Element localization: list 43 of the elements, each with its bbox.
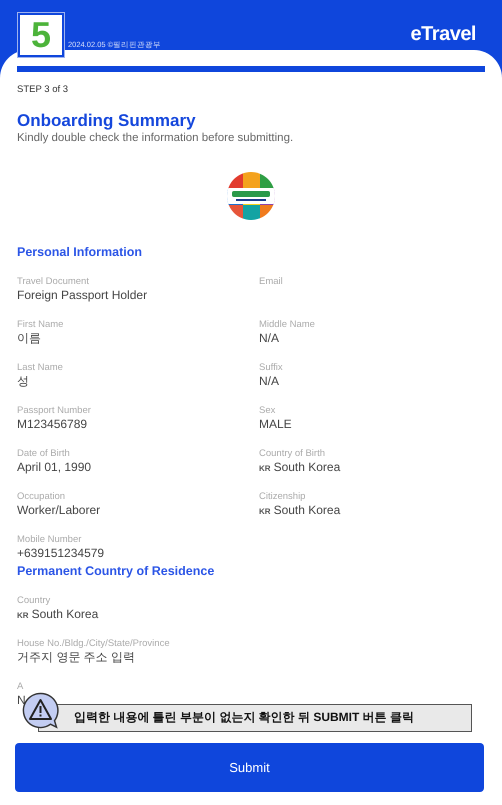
field-label: A — [17, 680, 24, 693]
flag-code: KR — [17, 610, 29, 622]
field-label: Passport Number — [17, 404, 92, 417]
field-value: N/A — [259, 331, 280, 346]
field-label: Date of Birth — [17, 447, 71, 460]
field-value: 성 — [17, 374, 29, 389]
field-label: Email — [259, 275, 284, 288]
field-value: 이름 — [17, 331, 41, 346]
field-label: First Name — [17, 318, 64, 331]
instruction-tooltip: 입력한 내용에 틀린 부분이 없는지 확인한 뒤 SUBMIT 버튼 클릭 — [38, 704, 472, 732]
step-number: 5 — [18, 13, 64, 57]
field-value: MALE — [259, 417, 292, 432]
field-value: South Korea — [274, 460, 340, 475]
field-label: Middle Name — [259, 318, 316, 331]
step-label: STEP 3 of 3 — [17, 83, 70, 96]
field-label: Occupation — [17, 490, 66, 503]
field-value: Worker/Laborer — [17, 503, 100, 518]
flag-code: KR — [259, 506, 271, 518]
subtitle: Kindly double check the information before submitting. — [17, 131, 294, 146]
submit-button[interactable]: Submit — [15, 743, 484, 792]
field-value: N/A — [259, 374, 280, 389]
field-value: South Korea — [32, 607, 98, 622]
flag-code: KR — [259, 463, 271, 475]
field-value: M123456789 — [17, 417, 88, 432]
field-label: Sex — [259, 404, 276, 417]
field-label: Travel Document — [17, 275, 90, 288]
field-value: April 01, 1990 — [17, 460, 92, 475]
field-label: Suffix — [259, 361, 284, 374]
section-heading: Personal Information — [17, 244, 144, 260]
field-label: Last Name — [17, 361, 64, 374]
field-value: 거주지 영문 주소 입력 — [17, 650, 136, 665]
field-label: Mobile Number — [17, 533, 82, 546]
field-value: +639151234579 — [17, 546, 104, 561]
field-label: Country — [17, 594, 52, 607]
field-value: South Korea — [274, 503, 340, 518]
page-title: Onboarding Summary — [17, 111, 197, 131]
field-value: N — [17, 693, 26, 708]
logo-text: eTravel — [410, 22, 476, 47]
field-value: Foreign Passport Holder — [17, 288, 148, 303]
field-label: Country of Birth — [259, 447, 326, 460]
field-label: Citizenship — [259, 490, 306, 503]
section-heading: Permanent Country of Residence — [17, 563, 216, 579]
field-label: House No./Bldg./City/State/Province — [17, 637, 171, 650]
